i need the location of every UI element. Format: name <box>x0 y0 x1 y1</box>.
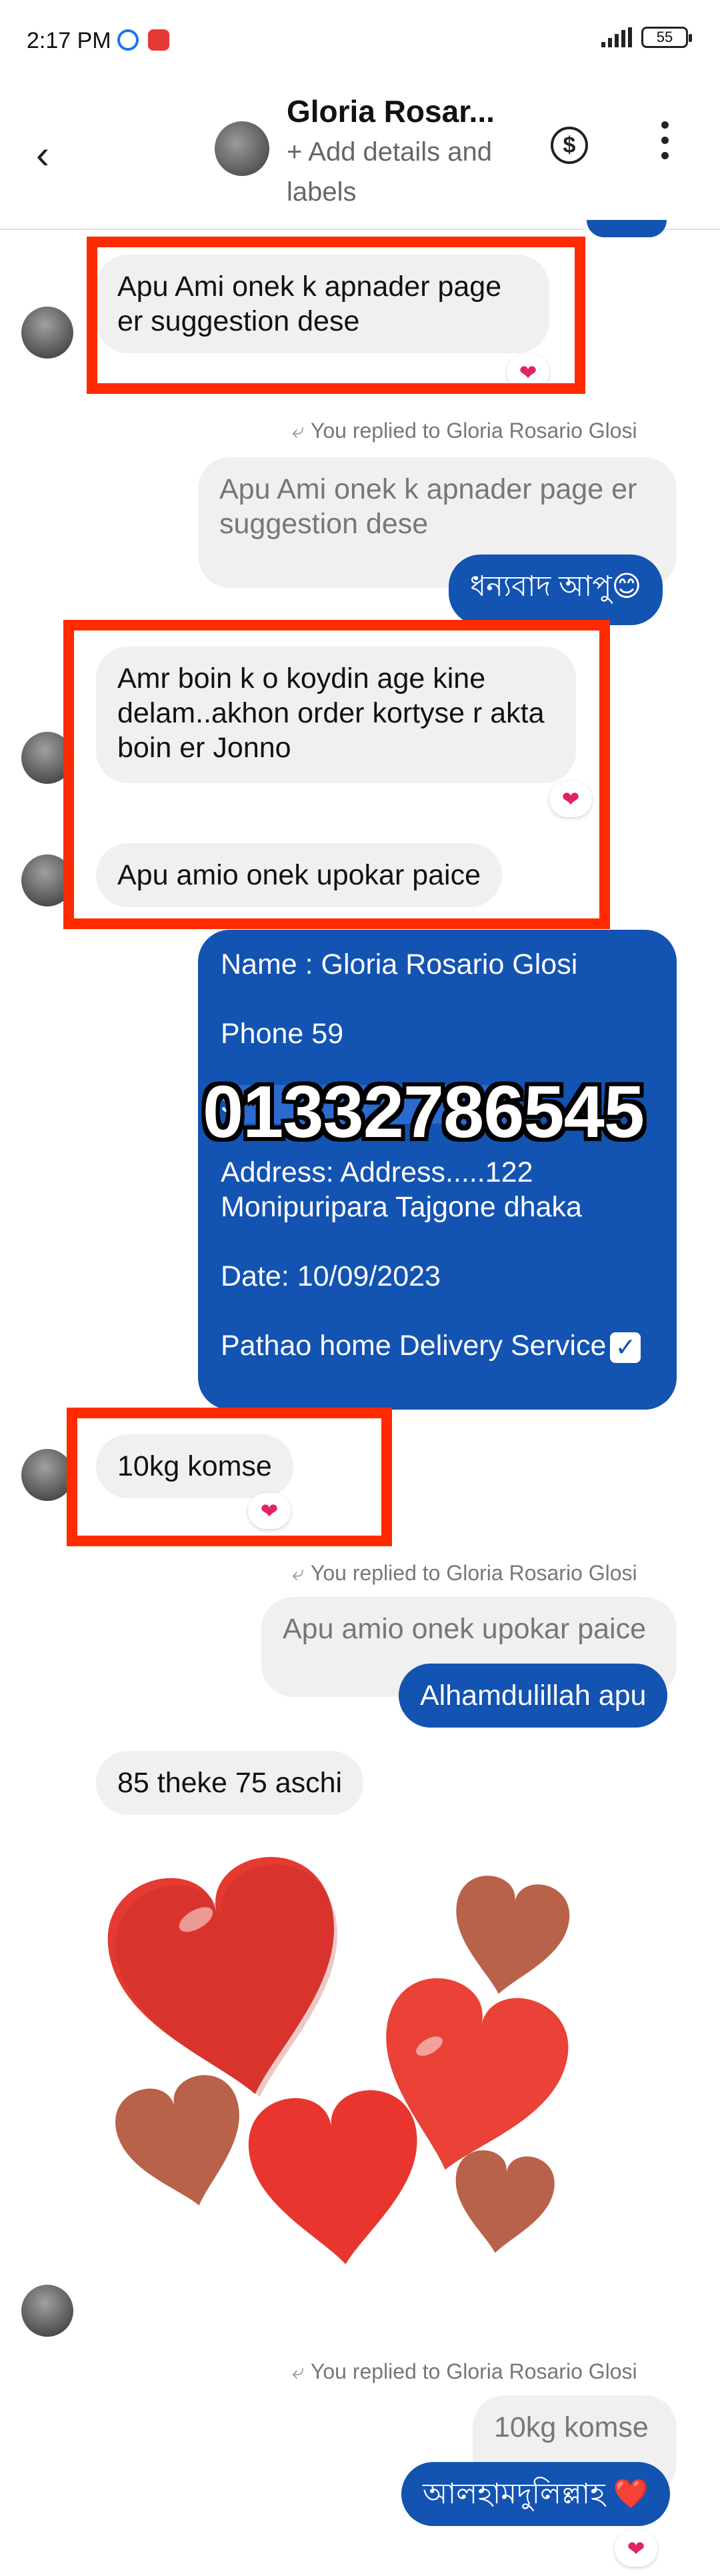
chat-header: ‹ Gloria Rosar... + Add details and labe… <box>0 80 720 230</box>
incoming-message[interactable]: 85 theke 75 aschi <box>96 1751 364 1815</box>
hearts-sticker[interactable] <box>96 1820 609 2333</box>
add-details-link[interactable]: + Add details and labels <box>287 132 500 212</box>
heart-icon <box>108 2067 260 2221</box>
contact-name[interactable]: Gloria Rosar... <box>287 93 495 129</box>
heart-icon <box>96 1845 369 2120</box>
status-bar: 2:17 PM 55 <box>0 0 720 80</box>
app-notification-icon <box>148 29 169 51</box>
card-spacer <box>221 982 654 1016</box>
messenger-status-icon <box>117 29 139 51</box>
reply-arrow-icon: ⤶ <box>292 1561 304 1585</box>
sender-avatar <box>21 1449 73 1501</box>
signal-icon <box>601 27 632 47</box>
card-date-line: Date: 10/09/2023 <box>221 1260 441 1292</box>
reply-arrow-icon: ⤶ <box>292 2359 304 2383</box>
card-address-line: Monipuripara Tajgone dhaka <box>221 1191 582 1223</box>
sender-avatar <box>21 307 73 359</box>
contact-avatar[interactable] <box>215 121 269 176</box>
status-right: 55 <box>601 27 692 48</box>
highlight-box <box>67 1408 392 1546</box>
heart-icon <box>446 2146 559 2260</box>
order-details-card[interactable]: Name : Gloria Rosario Glosi Phone 59 Sor… <box>198 930 677 1410</box>
reply-arrow-icon: ⤶ <box>292 419 304 443</box>
highlight-box <box>87 237 585 394</box>
card-name-line: Name : Gloria Rosario Glosi <box>221 948 578 980</box>
status-time: 2:17 PM <box>27 28 111 53</box>
heart-icon <box>243 2085 430 2273</box>
checkbox-icon: ✓ <box>610 1332 641 1363</box>
heart-icon <box>442 1870 575 2004</box>
more-options-icon[interactable] <box>660 121 669 168</box>
heart-reaction[interactable]: ❤ <box>615 2531 657 2567</box>
card-spacer <box>221 1224 654 1259</box>
sender-avatar <box>21 2285 73 2337</box>
card-phone-line: Phone 59 <box>221 1018 344 1050</box>
card-spacer <box>221 1294 654 1328</box>
reply-note: ⤶ You replied to Gloria Rosario Glosi <box>292 1561 637 1585</box>
reply-note: ⤶ You replied to Gloria Rosario Glosi <box>292 2359 637 2383</box>
hearts-sticker-image <box>96 1845 579 2273</box>
phone-number-overlay: 01332786545 <box>203 1071 645 1153</box>
card-address-line: Address: Address.....122 <box>221 1156 533 1188</box>
dollar-icon[interactable]: $ <box>551 127 588 164</box>
back-arrow-icon[interactable]: ‹ <box>36 135 49 175</box>
card-service-line: Pathao home Delivery Service ✓ <box>221 1328 654 1363</box>
battery-icon: 55 <box>641 27 692 48</box>
outgoing-message[interactable]: Alhamdulillah apu <box>399 1664 668 1728</box>
previous-outgoing-bubble <box>587 220 667 237</box>
reply-note: ⤶ You replied to Gloria Rosario Glosi <box>292 419 637 443</box>
outgoing-message[interactable]: আলহামদুলিল্লাহ ❤️ <box>401 2462 671 2526</box>
highlight-box <box>63 620 610 929</box>
outgoing-message[interactable]: ধন্যবাদ আপু😊 <box>449 555 663 625</box>
